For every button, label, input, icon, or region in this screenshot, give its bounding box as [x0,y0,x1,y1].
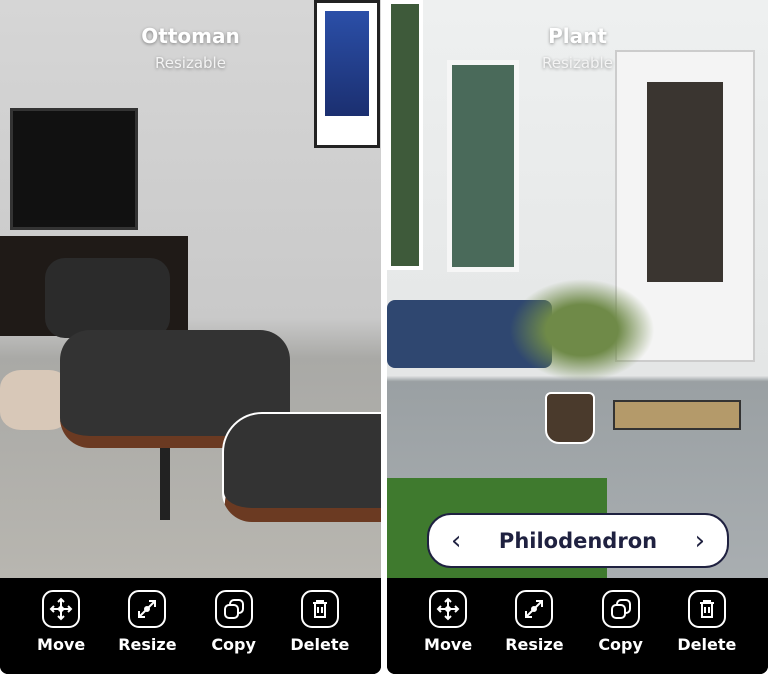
chevron-left-icon[interactable]: ‹ [451,526,461,556]
delete-label: Delete [677,635,737,654]
ottoman-panel: Ottoman Resizable Move Resize Copy Delet… [0,0,381,674]
resize-label: Resize [118,635,177,654]
copy-icon [214,590,253,628]
plant-panel: Plant Resizable ‹ Philodendron › Move Re… [387,0,768,674]
plant-leaves[interactable] [497,270,667,390]
object-title: Ottoman [141,24,240,48]
trash-icon [300,590,339,628]
ar-camera-view-living-room[interactable] [0,0,381,578]
move-icon [42,590,81,628]
chevron-right-icon[interactable]: › [695,526,705,556]
trash-icon [687,590,726,628]
move-label: Move [424,635,473,654]
resize-label: Resize [505,635,564,654]
copy-button[interactable]: Copy [199,590,269,674]
object-subtitle: Resizable [155,54,226,72]
lounge-chair[interactable] [45,258,170,338]
resize-button[interactable]: Resize [112,590,182,674]
copy-label: Copy [598,635,643,654]
move-icon [429,590,468,628]
ottoman-model[interactable] [222,412,381,522]
delete-label: Delete [290,635,350,654]
ar-camera-view-patio[interactable] [387,0,768,578]
resize-button[interactable]: Resize [499,590,569,674]
object-subtitle: Resizable [542,54,613,72]
move-label: Move [37,635,86,654]
copy-button[interactable]: Copy [586,590,656,674]
variant-name: Philodendron [498,528,658,553]
copy-label: Copy [211,635,256,654]
plant-pot[interactable] [545,392,595,444]
copy-icon [601,590,640,628]
move-button[interactable]: Move [413,590,483,674]
window [447,60,519,272]
poster [314,0,380,148]
object-title: Plant [548,24,607,48]
delete-button[interactable]: Delete [672,590,742,674]
resize-icon [515,590,554,628]
chair-base [160,448,170,520]
tv [10,108,138,230]
variant-selector: ‹ Philodendron › [427,513,729,568]
move-button[interactable]: Move [26,590,96,674]
welcome-mat [613,400,741,430]
resize-icon [128,590,167,628]
action-toolbar: Move Resize Copy Delete [387,578,768,674]
delete-button[interactable]: Delete [285,590,355,674]
action-toolbar: Move Resize Copy Delete [0,578,381,674]
